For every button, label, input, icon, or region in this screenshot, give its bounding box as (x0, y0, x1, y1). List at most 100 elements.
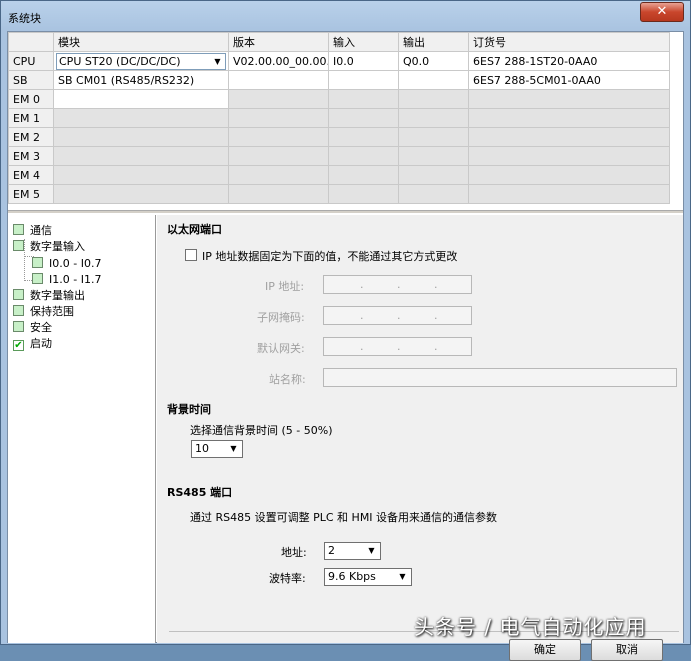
table-row[interactable]: EM 5 (8, 184, 670, 204)
baud-rate-label: 波特率: (269, 572, 306, 585)
tree-item-digital-input[interactable]: 数字量输入 (13, 239, 85, 254)
chevron-down-icon[interactable]: ▼ (395, 570, 410, 584)
table-header-row: 模块 版本 输入 输出 订货号 (8, 32, 670, 52)
tree-item-comm[interactable]: 通信 (13, 223, 52, 238)
default-gateway-label: 默认网关: (257, 342, 305, 355)
close-icon: ✕ (656, 4, 668, 19)
chevron-down-icon[interactable]: ▼ (364, 544, 379, 558)
row-input: I0.0 (328, 51, 399, 71)
row-input (328, 89, 399, 109)
green-check-icon: ✔ (13, 340, 24, 351)
ip-dot: . (360, 309, 364, 322)
subnet-mask-field[interactable]: . . . (323, 306, 472, 325)
ok-button[interactable]: 确定 (509, 639, 581, 661)
cancel-button[interactable]: 取消 (591, 639, 663, 661)
ip-dot: . (397, 278, 401, 291)
table-row[interactable]: EM 2 (8, 127, 670, 147)
table-row[interactable]: EM 1 (8, 108, 670, 128)
row-slot: CPU (8, 51, 54, 71)
row-module[interactable] (53, 108, 229, 128)
tree-item-label: 数字量输出 (30, 289, 85, 302)
tree-item-label: 启动 (30, 337, 52, 350)
tree-item-range-i1[interactable]: I1.0 - I1.7 (32, 272, 101, 287)
baud-rate-select[interactable]: 9.6 Kbps ▼ (324, 568, 412, 586)
splitter[interactable] (8, 210, 683, 213)
table-row[interactable]: EM 0 (8, 89, 670, 109)
row-version: V02.00.00_00.00... (228, 51, 329, 71)
ip-dot: . (360, 278, 364, 291)
row-input (328, 165, 399, 185)
cpu-module-value: CPU ST20 (DC/DC/DC) (59, 54, 181, 68)
tree-item-retentive[interactable]: 保持范围 (13, 304, 74, 319)
ip-dot: . (434, 278, 438, 291)
row-order (468, 146, 670, 166)
baud-rate-value: 9.6 Kbps (328, 570, 376, 583)
station-name-field[interactable] (323, 368, 677, 387)
row-version (228, 184, 329, 204)
row-output (398, 146, 469, 166)
tree-item-range-i0[interactable]: I0.0 - I0.7 (32, 256, 101, 271)
background-time-title: 背景时间 (167, 403, 211, 416)
header-module: 模块 (53, 32, 229, 52)
client-area: 模块 版本 输入 输出 订货号 CPU CPU ST20 (DC/DC/DC) ▼… (7, 31, 684, 661)
fixed-ip-label: IP 地址数据固定为下面的值，不能通过其它方式更改 (202, 250, 458, 263)
cpu-module-dropdown[interactable]: CPU ST20 (DC/DC/DC) ▼ (56, 52, 226, 70)
fixed-ip-checkbox[interactable] (185, 249, 197, 261)
cpu-module-cell[interactable]: CPU ST20 (DC/DC/DC) ▼ (53, 51, 229, 71)
module-table: 模块 版本 输入 输出 订货号 CPU CPU ST20 (DC/DC/DC) ▼… (8, 32, 670, 204)
row-order: 6ES7 288-5CM01-0AA0 (468, 70, 670, 90)
station-name-label: 站名称: (269, 373, 306, 386)
row-output (398, 165, 469, 185)
table-row[interactable]: CPU CPU ST20 (DC/DC/DC) ▼ V02.00.00_00.00… (8, 51, 670, 71)
row-input (328, 146, 399, 166)
address-select[interactable]: 2 ▼ (324, 542, 381, 560)
default-gateway-field[interactable]: . . . (323, 337, 472, 356)
green-square-icon (13, 305, 24, 316)
title-bar[interactable]: 系统块 ✕ (1, 1, 690, 29)
address-label: 地址: (281, 546, 307, 559)
row-module[interactable] (53, 89, 229, 109)
settings-panel: 以太网端口 IP 地址数据固定为下面的值，不能通过其它方式更改 IP 地址: .… (157, 215, 683, 661)
green-square-icon (13, 289, 24, 300)
row-module[interactable] (53, 127, 229, 147)
table-row[interactable]: EM 3 (8, 146, 670, 166)
tree-item-security[interactable]: 安全 (13, 320, 52, 335)
row-module[interactable]: SB CM01 (RS485/RS232) (53, 70, 229, 90)
row-input (328, 184, 399, 204)
row-slot: EM 4 (8, 165, 54, 185)
ip-dot: . (397, 309, 401, 322)
settings-tree: 通信 数字量输入 I0.0 - I0.7 I1.0 - I1.7 数字量输出 保… (8, 215, 156, 643)
row-module[interactable] (53, 184, 229, 204)
row-order (468, 184, 670, 204)
chevron-down-icon[interactable]: ▼ (226, 442, 241, 456)
row-module[interactable] (53, 146, 229, 166)
close-button[interactable]: ✕ (640, 2, 684, 22)
background-time-select[interactable]: 10 ▼ (191, 440, 243, 458)
row-slot: EM 2 (8, 127, 54, 147)
row-order (468, 127, 670, 147)
table-row[interactable]: EM 4 (8, 165, 670, 185)
row-output (398, 89, 469, 109)
tree-item-label: 安全 (30, 321, 52, 334)
tree-item-label: 数字量输入 (30, 240, 85, 253)
row-slot: SB (8, 70, 54, 90)
row-slot: EM 3 (8, 146, 54, 166)
header-input: 输入 (328, 32, 399, 52)
subnet-mask-label: 子网掩码: (257, 311, 305, 324)
window-title: 系统块 (8, 12, 41, 25)
chevron-down-icon[interactable]: ▼ (210, 54, 225, 69)
table-row[interactable]: SB SB CM01 (RS485/RS232) 6ES7 288-5CM01-… (8, 70, 670, 90)
tree-item-digital-output[interactable]: 数字量输出 (13, 288, 85, 303)
ip-address-field[interactable]: . . . (323, 275, 472, 294)
header-output: 输出 (398, 32, 469, 52)
row-input (328, 127, 399, 147)
green-square-icon (13, 224, 24, 235)
ip-dot: . (434, 340, 438, 353)
row-module[interactable] (53, 165, 229, 185)
row-output (398, 184, 469, 204)
row-input (328, 108, 399, 128)
ethernet-section-title: 以太网端口 (167, 223, 222, 236)
ip-dot: . (360, 340, 364, 353)
background-time-label: 选择通信背景时间 (5 - 50%) (190, 424, 333, 437)
tree-item-startup[interactable]: ✔ 启动 (13, 336, 52, 351)
